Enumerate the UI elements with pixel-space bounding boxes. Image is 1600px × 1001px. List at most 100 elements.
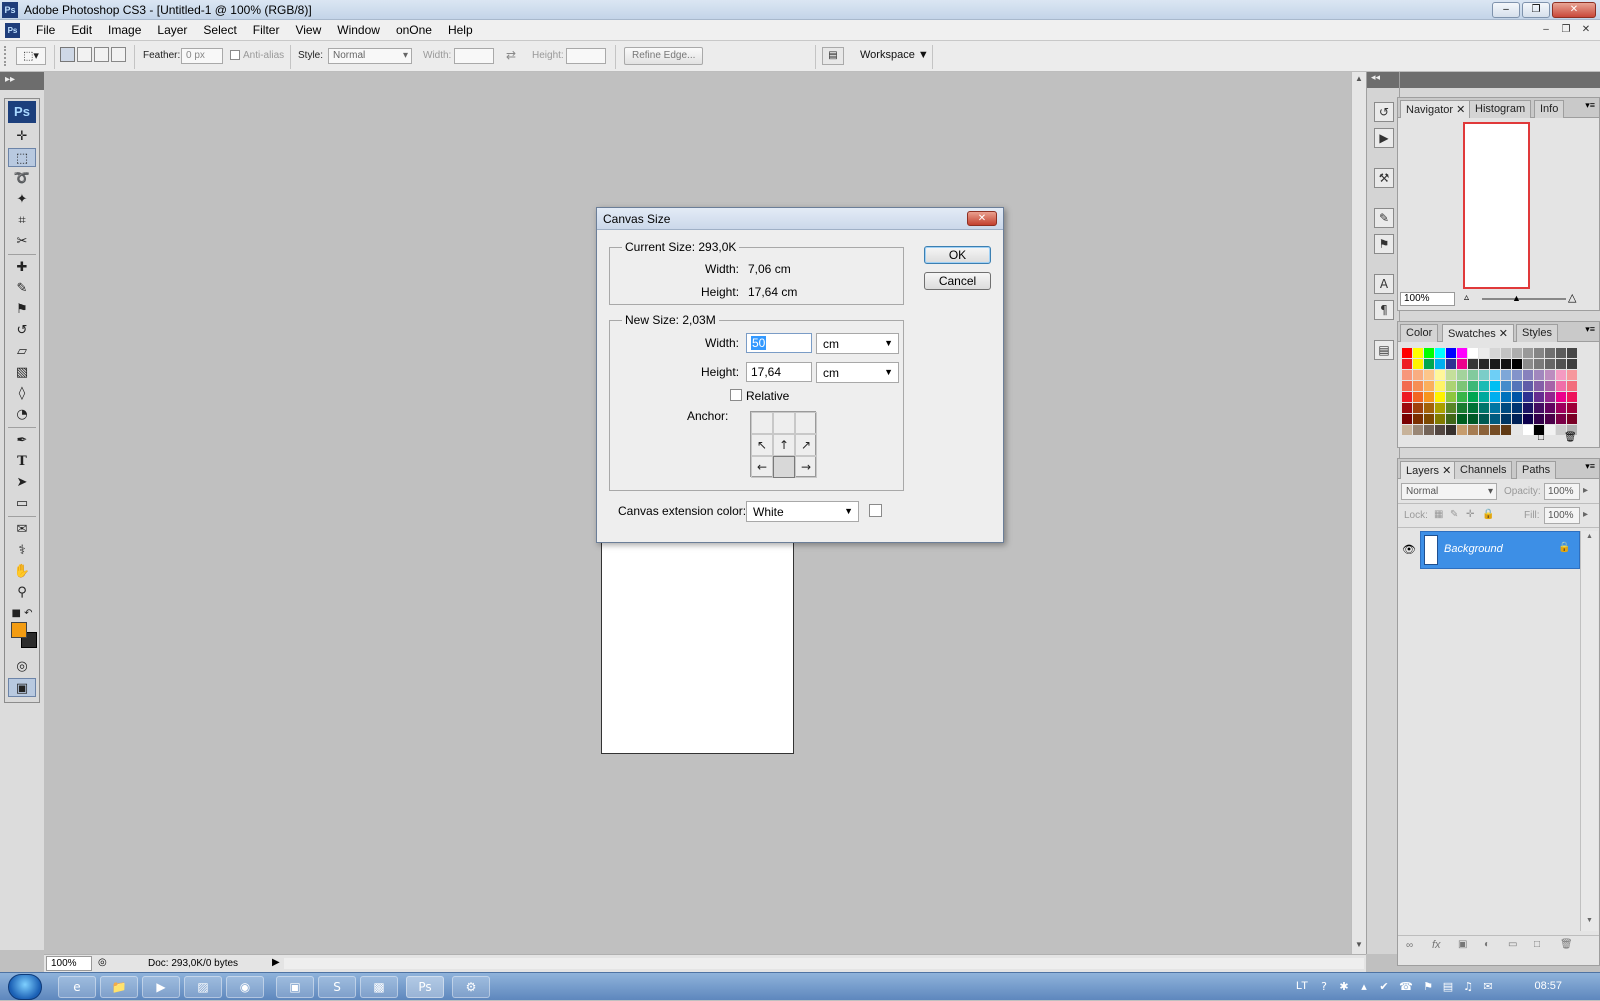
swatch[interactable] bbox=[1556, 403, 1567, 414]
panel-menu-icon[interactable]: ▾≡ bbox=[1585, 100, 1595, 111]
character-panel-icon[interactable]: A bbox=[1374, 274, 1394, 294]
swatch[interactable] bbox=[1413, 359, 1424, 370]
swatch[interactable] bbox=[1545, 403, 1556, 414]
swatch[interactable] bbox=[1556, 392, 1567, 403]
new-width-unit-select[interactable]: cm ▼ bbox=[816, 333, 899, 354]
shield-icon[interactable]: ✔ bbox=[1376, 979, 1392, 995]
swatch[interactable] bbox=[1534, 359, 1545, 370]
new-selection-icon[interactable] bbox=[60, 47, 75, 62]
swatch[interactable] bbox=[1501, 392, 1512, 403]
swatch[interactable] bbox=[1424, 392, 1435, 403]
swatch[interactable] bbox=[1479, 414, 1490, 425]
add-selection-icon[interactable] bbox=[77, 47, 92, 62]
menu-filter[interactable]: Filter bbox=[245, 23, 288, 37]
swatch[interactable] bbox=[1468, 348, 1479, 359]
swatch[interactable] bbox=[1512, 414, 1523, 425]
layer-style-icon[interactable]: fx bbox=[1432, 939, 1441, 951]
height-input[interactable] bbox=[566, 48, 606, 64]
swatch[interactable] bbox=[1457, 381, 1468, 392]
swatch[interactable] bbox=[1490, 414, 1501, 425]
relative-checkbox[interactable] bbox=[730, 389, 742, 401]
document-icon[interactable]: Ps bbox=[5, 23, 20, 38]
menu-file[interactable]: File bbox=[28, 23, 63, 37]
anchor-top-center[interactable] bbox=[773, 412, 795, 434]
tab-styles[interactable]: Styles bbox=[1516, 324, 1558, 342]
subtract-selection-icon[interactable] bbox=[94, 47, 109, 62]
swatch[interactable] bbox=[1468, 359, 1479, 370]
fill-arrow-icon[interactable]: ▸ bbox=[1583, 509, 1588, 520]
swatch[interactable] bbox=[1468, 403, 1479, 414]
swatch[interactable] bbox=[1490, 359, 1501, 370]
scroll-down-icon[interactable]: ▼ bbox=[1355, 940, 1363, 949]
anchor-bottom-left[interactable]: ← bbox=[751, 456, 773, 478]
swatch[interactable] bbox=[1567, 403, 1578, 414]
brushes-panel-icon[interactable]: ✎ bbox=[1374, 208, 1394, 228]
layer-row[interactable]: 👁 Background 🔒 bbox=[1398, 531, 1580, 569]
doc-close-button[interactable]: ✕ bbox=[1578, 23, 1594, 37]
swatch[interactable] bbox=[1512, 403, 1523, 414]
show-hidden-icon[interactable]: ▴ bbox=[1356, 979, 1372, 995]
zoom-tool-icon[interactable]: ⚲ bbox=[8, 583, 36, 602]
anchor-bottom-center-selected[interactable] bbox=[773, 456, 795, 478]
swatch[interactable] bbox=[1556, 359, 1567, 370]
paragraph-panel-icon[interactable]: ¶ bbox=[1374, 300, 1394, 320]
tab-navigator[interactable]: Navigator ✕ bbox=[1400, 100, 1472, 118]
swap-icon[interactable]: ⇄ bbox=[506, 48, 516, 62]
zoom-out-icon[interactable]: ▵ bbox=[1464, 292, 1469, 303]
swatch[interactable] bbox=[1479, 381, 1490, 392]
width-input[interactable] bbox=[454, 48, 494, 64]
swatch[interactable] bbox=[1424, 348, 1435, 359]
swatch[interactable] bbox=[1413, 403, 1424, 414]
swatch[interactable] bbox=[1402, 381, 1413, 392]
blur-tool-icon[interactable]: ◊ bbox=[8, 384, 36, 403]
swatch[interactable] bbox=[1424, 370, 1435, 381]
swatch[interactable] bbox=[1567, 348, 1578, 359]
ok-button[interactable]: OK bbox=[924, 246, 991, 264]
screen-mode-icon[interactable]: ▣ bbox=[8, 678, 36, 697]
panel-menu-icon[interactable]: ▾≡ bbox=[1585, 461, 1595, 472]
zoom-field[interactable]: 100% bbox=[46, 956, 92, 971]
swatch[interactable] bbox=[1490, 392, 1501, 403]
swatch[interactable] bbox=[1479, 425, 1490, 436]
new-height-input[interactable]: 17,64 bbox=[746, 362, 812, 382]
anchor-middle-right[interactable]: ↗ bbox=[795, 434, 817, 456]
swatch[interactable] bbox=[1545, 381, 1556, 392]
swatch[interactable] bbox=[1446, 425, 1457, 436]
healing-brush-tool-icon[interactable]: ✚ bbox=[8, 258, 36, 277]
swatch[interactable] bbox=[1424, 381, 1435, 392]
menu-layer[interactable]: Layer bbox=[149, 23, 195, 37]
tool-preset-picker[interactable]: ⬚▾ bbox=[16, 47, 46, 65]
swatch[interactable] bbox=[1534, 414, 1545, 425]
swatch[interactable] bbox=[1457, 414, 1468, 425]
tab-info[interactable]: Info bbox=[1534, 100, 1565, 118]
slider-thumb-icon[interactable]: ▲ bbox=[1512, 293, 1521, 303]
swatch[interactable] bbox=[1545, 425, 1556, 436]
swatch[interactable] bbox=[1523, 359, 1534, 370]
history-panel-icon[interactable]: ↺ bbox=[1374, 102, 1394, 122]
swatch[interactable] bbox=[1523, 425, 1534, 436]
swatch[interactable] bbox=[1435, 414, 1446, 425]
feather-input[interactable]: 0 px bbox=[181, 48, 223, 64]
swatch[interactable] bbox=[1512, 392, 1523, 403]
swatch[interactable] bbox=[1402, 425, 1413, 436]
history-brush-tool-icon[interactable]: ↺ bbox=[8, 321, 36, 340]
crop-tool-icon[interactable]: ⌗ bbox=[8, 211, 36, 230]
tab-swatches[interactable]: Swatches ✕ bbox=[1442, 324, 1514, 342]
navigator-zoom-field[interactable]: 100% bbox=[1400, 292, 1455, 306]
hand-tool-icon[interactable]: ✋ bbox=[8, 562, 36, 581]
slice-tool-icon[interactable]: ✂ bbox=[8, 232, 36, 251]
new-width-input[interactable]: 50 bbox=[746, 333, 812, 353]
restore-button[interactable]: ❐ bbox=[1522, 2, 1550, 18]
menu-onone[interactable]: onOne bbox=[388, 23, 440, 37]
dock-header[interactable]: ◂◂ bbox=[1367, 72, 1399, 88]
bluetooth-icon[interactable]: ✱ bbox=[1336, 979, 1352, 995]
swatch[interactable] bbox=[1523, 403, 1534, 414]
tab-histogram[interactable]: Histogram bbox=[1469, 100, 1532, 118]
swatch[interactable] bbox=[1446, 348, 1457, 359]
tab-channels[interactable]: Channels bbox=[1454, 461, 1513, 479]
swatch[interactable] bbox=[1567, 414, 1578, 425]
swatch[interactable] bbox=[1435, 425, 1446, 436]
swatch[interactable] bbox=[1457, 403, 1468, 414]
clock[interactable]: 08:57 bbox=[1534, 980, 1562, 992]
extension-color-swatch[interactable] bbox=[869, 504, 882, 517]
